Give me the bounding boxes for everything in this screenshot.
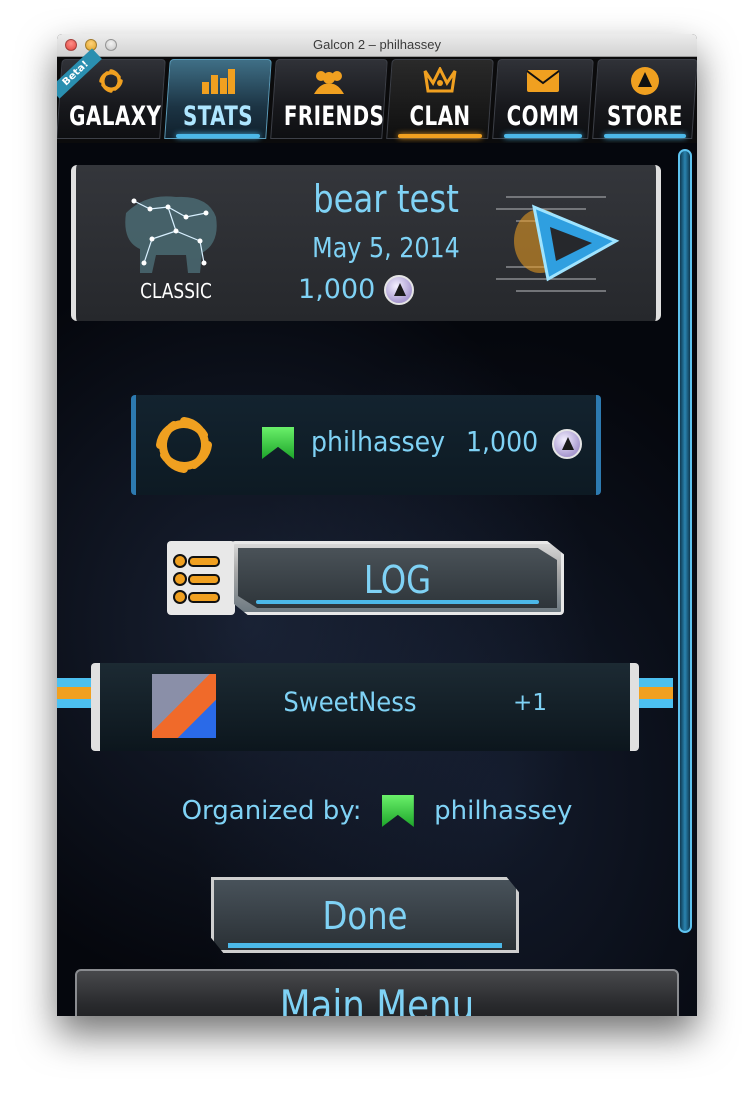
team-connector-left bbox=[57, 678, 93, 708]
tab-bar: GALAXY Beta! STATS FRIENDS CLAN COMM STO… bbox=[57, 48, 697, 143]
organized-prefix: Organized by: bbox=[181, 796, 362, 826]
coin-icon bbox=[383, 274, 414, 305]
game-panel[interactable]: CLASSIC bear test May 5, 2014 1,000 bbox=[71, 165, 661, 321]
organizer-flag-icon bbox=[381, 795, 414, 827]
tab-clan-label: CLAN bbox=[409, 101, 471, 132]
tab-friends[interactable]: FRIENDS bbox=[270, 59, 388, 139]
crown-icon bbox=[390, 66, 490, 96]
people-icon bbox=[274, 66, 384, 96]
done-label: Done bbox=[322, 894, 408, 938]
done-underline bbox=[228, 943, 502, 948]
main-menu-label: Main Menu bbox=[279, 981, 475, 1016]
coin-icon bbox=[596, 66, 694, 96]
app-window: Galcon 2 – philhassey GALAXY Beta! STATS bbox=[57, 34, 697, 1016]
tab-clan-underline bbox=[398, 134, 482, 138]
game-cost: 1,000 bbox=[298, 274, 376, 305]
player-score: 1,000 bbox=[466, 425, 539, 458]
tab-comm-underline bbox=[504, 134, 582, 138]
game-mode: CLASSIC bbox=[140, 279, 212, 303]
bar-chart-icon bbox=[168, 66, 268, 96]
game-cost-row: 1,000 bbox=[276, 273, 436, 305]
envelope-icon bbox=[496, 66, 590, 96]
done-button[interactable]: Done bbox=[211, 877, 519, 953]
galaxy-swirl-icon bbox=[148, 409, 220, 481]
tab-store[interactable]: STORE bbox=[592, 59, 697, 139]
team-name: SweetNess bbox=[283, 687, 417, 718]
team-panel[interactable]: SweetNess +1 bbox=[91, 663, 639, 751]
tab-galaxy-label: GALAXY bbox=[69, 101, 162, 132]
coin-icon bbox=[552, 429, 582, 459]
player-name: philhassey bbox=[311, 425, 446, 458]
tab-store-label: STORE bbox=[607, 101, 683, 132]
tab-comm[interactable]: COMM bbox=[492, 59, 594, 139]
play-arrow-icon[interactable] bbox=[496, 189, 626, 297]
tab-stats-label: STATS bbox=[183, 101, 253, 132]
organizer-name: philhassey bbox=[434, 796, 573, 826]
team-score: +1 bbox=[513, 690, 547, 716]
tab-comm-label: COMM bbox=[506, 101, 580, 132]
organized-by: Organized by: philhassey bbox=[57, 795, 697, 827]
team-logo-icon bbox=[152, 674, 216, 738]
content-area: CLASSIC bear test May 5, 2014 1,000 phil… bbox=[57, 143, 697, 1016]
player-panel: philhassey 1,000 bbox=[131, 395, 601, 495]
log-button[interactable]: LOG bbox=[231, 541, 564, 615]
log-label: LOG bbox=[363, 558, 432, 602]
tab-store-underline bbox=[604, 134, 686, 138]
player-flag-icon bbox=[262, 427, 294, 459]
game-date: May 5, 2014 bbox=[312, 231, 460, 264]
title-bar: Galcon 2 – philhassey bbox=[57, 34, 697, 57]
main-menu-button[interactable]: Main Menu bbox=[75, 969, 679, 1016]
numbered-list-icon bbox=[167, 541, 235, 615]
game-title: bear test bbox=[313, 177, 459, 221]
tab-stats[interactable]: STATS bbox=[164, 59, 272, 139]
log-control[interactable]: LOG bbox=[167, 541, 564, 617]
tab-friends-label: FRIENDS bbox=[283, 101, 385, 132]
team-connector-right bbox=[637, 678, 673, 708]
tab-stats-underline bbox=[176, 134, 260, 138]
tab-clan[interactable]: CLAN bbox=[386, 59, 494, 139]
tab-galaxy[interactable]: GALAXY Beta! bbox=[57, 48, 166, 139]
log-underline bbox=[256, 600, 539, 604]
bear-constellation-icon bbox=[116, 183, 226, 275]
window-title: Galcon 2 – philhassey bbox=[313, 37, 441, 52]
